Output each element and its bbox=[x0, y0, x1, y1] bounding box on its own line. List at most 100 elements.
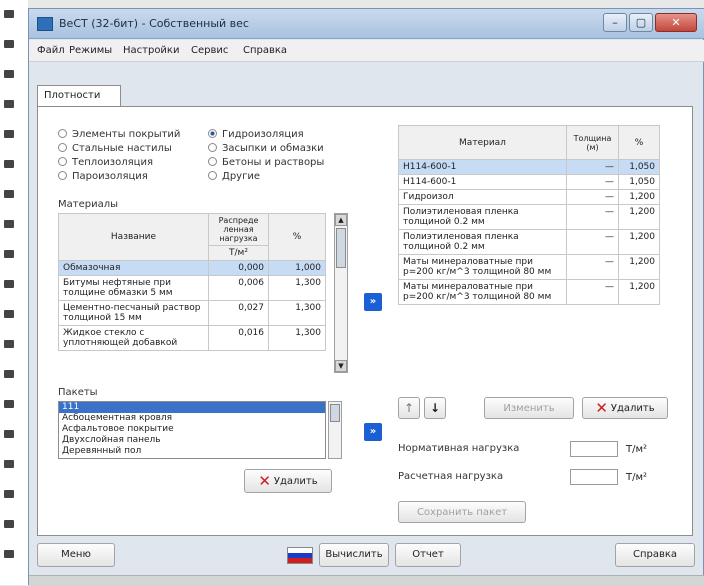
add-packet-button[interactable]: » bbox=[364, 423, 382, 441]
cell-load: 0,027 bbox=[208, 300, 269, 326]
cell-pct: 1,200 bbox=[618, 229, 660, 255]
design-load-label: Расчетная нагрузка bbox=[398, 471, 504, 482]
cell-load: 0,006 bbox=[208, 275, 269, 301]
cell-name: Цементно-песчаный раствор толщиной 15 мм bbox=[58, 300, 209, 326]
cell-pct: 1,200 bbox=[618, 279, 660, 305]
scroll-up-icon[interactable]: ▲ bbox=[335, 214, 347, 226]
cell-material: Полиэтиленовая пленка толщиной 0.2 мм bbox=[398, 229, 567, 255]
delete-packet-button[interactable]: ✕ Удалить bbox=[244, 469, 332, 493]
close-button[interactable]: ✕ bbox=[655, 13, 697, 32]
table-row[interactable]: Гидроизол — 1,200 bbox=[398, 189, 660, 205]
bottom-toolbar: Меню Вычислить Отчет Справка bbox=[29, 539, 704, 569]
cell-thickness: — bbox=[566, 279, 619, 305]
delete-layer-button[interactable]: ✕ Удалить bbox=[582, 397, 668, 419]
radio-circle-icon bbox=[208, 157, 217, 166]
table-row[interactable]: Цементно-песчаный раствор толщиной 15 мм… bbox=[58, 300, 326, 326]
packets-scrollbar[interactable] bbox=[328, 401, 342, 459]
radio-fillings[interactable]: Засыпки и обмазки bbox=[208, 143, 324, 154]
window-title: ВеСТ (32-бит) - Собственный вес bbox=[59, 17, 249, 30]
table-row[interactable]: Жидкое стекло с уплотняющей добавкой 0,0… bbox=[58, 325, 326, 351]
background-strip bbox=[0, 0, 28, 585]
normative-load-label: Нормативная нагрузка bbox=[398, 443, 520, 454]
radio-label: Бетоны и растворы bbox=[222, 157, 325, 168]
cell-material: Н114-600-1 bbox=[398, 174, 567, 190]
radio-label: Теплоизоляция bbox=[72, 157, 153, 168]
menu-settings[interactable]: Настройки bbox=[123, 45, 179, 56]
language-flag-icon[interactable] bbox=[287, 547, 313, 564]
list-item[interactable]: Асфальтовое покрытие bbox=[59, 424, 325, 435]
radio-circle-icon bbox=[58, 171, 67, 180]
table-row[interactable]: Н114-600-1 — 1,050 bbox=[398, 174, 660, 190]
materials-scrollbar[interactable]: ▲ ▼ bbox=[334, 213, 348, 373]
list-item[interactable]: Двухслойная панель bbox=[59, 435, 325, 446]
move-up-button[interactable]: ↑ bbox=[398, 397, 420, 419]
save-packet-button[interactable]: Сохранить пакет bbox=[398, 501, 526, 523]
cell-pct: 1,300 bbox=[268, 325, 326, 351]
radio-steel-decks[interactable]: Стальные настилы bbox=[58, 143, 172, 154]
list-item[interactable]: 111 bbox=[59, 402, 325, 413]
list-item[interactable]: Деревянный пол bbox=[59, 446, 325, 457]
delete-x-icon: ✕ bbox=[595, 399, 608, 417]
radio-other[interactable]: Другие bbox=[208, 171, 260, 182]
delete-packet-label: Удалить bbox=[273, 476, 318, 487]
radio-insulation[interactable]: Теплоизоляция bbox=[58, 157, 153, 168]
cell-pct: 1,300 bbox=[268, 275, 326, 301]
report-button[interactable]: Отчет bbox=[395, 543, 461, 567]
cell-material: Маты минераловатные при р=200 кг/м^3 тол… bbox=[398, 254, 567, 280]
col-name: Название bbox=[58, 213, 209, 261]
table-row[interactable]: Полиэтиленовая пленка толщиной 0.2 мм — … bbox=[398, 204, 660, 230]
main-panel: Элементы покрытий Стальные настилы Тепло… bbox=[37, 106, 693, 536]
radio-waterproofing[interactable]: Гидроизоляция bbox=[208, 129, 304, 140]
cell-name: Обмазочная bbox=[58, 260, 209, 276]
radio-circle-icon bbox=[58, 143, 67, 152]
add-material-button[interactable]: » bbox=[364, 293, 382, 311]
radio-circle-icon bbox=[58, 129, 67, 138]
radio-vapor-barrier[interactable]: Пароизоляция bbox=[58, 171, 148, 182]
cell-thickness: — bbox=[566, 254, 619, 280]
menu-button[interactable]: Меню bbox=[37, 543, 115, 567]
move-down-button[interactable]: ↓ bbox=[424, 397, 446, 419]
edit-button[interactable]: Изменить bbox=[484, 397, 574, 419]
cell-thickness: — bbox=[566, 189, 619, 205]
table-row[interactable]: Полиэтиленовая пленка толщиной 0.2 мм — … bbox=[398, 229, 660, 255]
maximize-button[interactable]: ▢ bbox=[629, 13, 653, 32]
cell-thickness: — bbox=[566, 229, 619, 255]
menu-help[interactable]: Справка bbox=[243, 45, 287, 56]
menu-service[interactable]: Сервис bbox=[191, 45, 228, 56]
radio-label: Элементы покрытий bbox=[72, 129, 181, 140]
normative-load-field[interactable] bbox=[570, 441, 618, 457]
table-row[interactable]: Маты минераловатные при р=200 кг/м^3 тол… bbox=[398, 254, 660, 280]
radio-label: Пароизоляция bbox=[72, 171, 148, 182]
cell-material: Полиэтиленовая пленка толщиной 0.2 мм bbox=[398, 204, 567, 230]
menu-bar: Файл Режимы Настройки Сервис Справка bbox=[29, 40, 704, 62]
cell-thickness: — bbox=[566, 174, 619, 190]
minimize-button[interactable]: – bbox=[603, 13, 627, 32]
col-pct: % bbox=[618, 125, 660, 160]
cell-material: Маты минераловатные при р=200 кг/м^3 тол… bbox=[398, 279, 567, 305]
radio-roof-elements[interactable]: Элементы покрытий bbox=[58, 129, 180, 140]
app-icon bbox=[37, 17, 53, 31]
menu-modes[interactable]: Режимы bbox=[69, 45, 112, 56]
table-row[interactable]: Н114-600-1 — 1,050 bbox=[398, 159, 660, 175]
cell-thickness: — bbox=[566, 204, 619, 230]
menu-file[interactable]: Файл bbox=[37, 45, 65, 56]
table-row[interactable]: Битумы нефтяные при толщине обмазки 5 мм… bbox=[58, 275, 326, 301]
cell-material: Гидроизол bbox=[398, 189, 567, 205]
scroll-down-icon[interactable]: ▼ bbox=[335, 360, 347, 372]
design-load-field[interactable] bbox=[570, 469, 618, 485]
packets-list[interactable]: 111 Асбоцементная кровля Асфальтовое пок… bbox=[58, 401, 326, 459]
scroll-thumb[interactable] bbox=[336, 228, 346, 268]
calculate-button[interactable]: Вычислить bbox=[319, 543, 389, 567]
cell-pct: 1,200 bbox=[618, 189, 660, 205]
help-button[interactable]: Справка bbox=[615, 543, 695, 567]
cell-material: Н114-600-1 bbox=[398, 159, 567, 175]
scroll-thumb[interactable] bbox=[330, 404, 340, 422]
list-item[interactable]: Асбоцементная кровля bbox=[59, 413, 325, 424]
radio-concretes[interactable]: Бетоны и растворы bbox=[208, 157, 324, 168]
table-row[interactable]: Обмазочная 0,000 1,000 bbox=[58, 260, 326, 276]
radio-label: Стальные настилы bbox=[72, 143, 172, 154]
tab-densities[interactable]: Плотности bbox=[37, 85, 121, 107]
title-bar: ВеСТ (32-бит) - Собственный вес – ▢ ✕ bbox=[29, 9, 704, 39]
table-row[interactable]: Маты минераловатные при р=200 кг/м^3 тол… bbox=[398, 279, 660, 305]
col-thickness: Толщина (м) bbox=[566, 125, 619, 160]
